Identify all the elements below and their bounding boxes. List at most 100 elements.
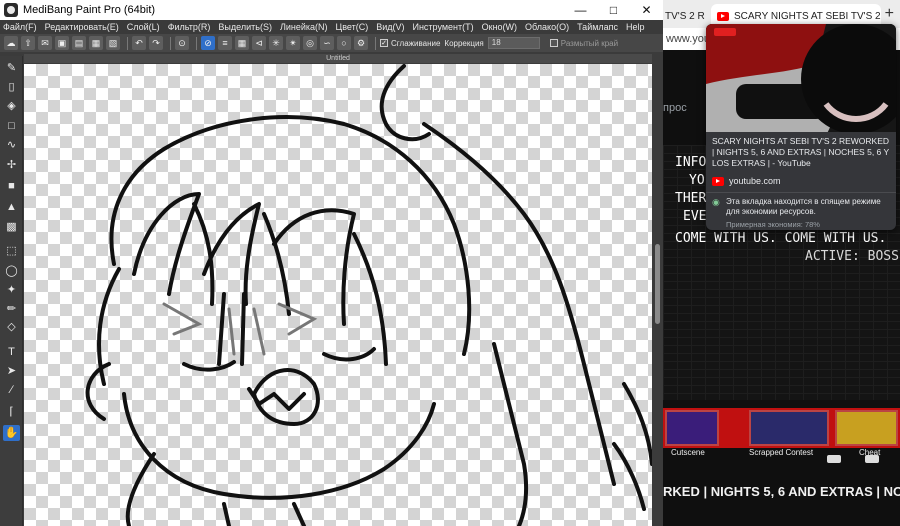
select-pen-tool-icon[interactable]: ✏ xyxy=(3,301,20,317)
menu-filter[interactable]: Фильтр(R) xyxy=(168,22,211,32)
tab-hover-card: SCARY NIGHTS AT SEBI TV'S 2 REWORKED | N… xyxy=(706,24,896,230)
eraser-tool-icon[interactable]: ▯ xyxy=(3,79,20,95)
window-controls: — □ ✕ xyxy=(564,0,663,20)
grid-icon[interactable]: ▧ xyxy=(106,36,120,50)
canvas-scrollbar[interactable] xyxy=(652,64,663,526)
close-button[interactable]: ✕ xyxy=(630,0,663,20)
menu-bar: Файл(F) Редактировать(E) Слой(L) Фильтр(… xyxy=(0,20,663,34)
upload-icon[interactable]: ⇧ xyxy=(21,36,35,50)
window-title: MediBang Paint Pro (64bit) xyxy=(23,4,156,16)
fullscreen-icon[interactable] xyxy=(865,455,879,463)
new-tab-button[interactable]: + xyxy=(885,5,894,23)
minimize-button[interactable]: — xyxy=(564,0,597,20)
rectangle-tool-icon[interactable]: □ xyxy=(3,118,20,134)
video-text-line: COME WITH US. COME WITH US. xyxy=(675,231,887,246)
chat-icon[interactable]: ▣ xyxy=(55,36,69,50)
gradient-tool-icon[interactable]: ▩ xyxy=(3,219,20,235)
settings-icon[interactable]: ⚙ xyxy=(354,36,368,50)
toolbar-divider xyxy=(170,36,171,50)
thumbnail-cutscene[interactable] xyxy=(665,410,719,446)
toolbar-divider xyxy=(196,36,197,50)
hover-card-domain: youtube.com xyxy=(729,176,781,186)
video-text-line: THER xyxy=(675,191,707,206)
search-fragment: прос xyxy=(663,102,687,114)
hand-tool-icon[interactable]: ✋ xyxy=(3,425,20,441)
blur-edge-label: Размытый край xyxy=(560,38,619,48)
blur-edge-checkbox[interactable] xyxy=(549,39,558,47)
menu-help[interactable]: Help xyxy=(626,22,645,32)
savings-text: Примерная экономия: 78% xyxy=(726,220,820,229)
video-text-line: INFO xyxy=(675,155,707,170)
fill-eraser-tool-icon[interactable]: ◈ xyxy=(3,98,20,114)
radial-center-snap-icon[interactable]: ✴ xyxy=(286,36,300,50)
menu-edit[interactable]: Редактировать(E) xyxy=(45,22,119,32)
menu-tool[interactable]: Инструмент(T) xyxy=(412,22,473,32)
tab-label: SCARY NIGHTS AT SEBI TV'S 2 RE xyxy=(734,10,881,22)
curve-tool-icon[interactable]: ∿ xyxy=(3,137,20,153)
tab-preview-thumbnail xyxy=(706,24,896,132)
smoothing-label: Сглаживание xyxy=(391,38,441,48)
menu-layer[interactable]: Слой(L) xyxy=(127,22,160,32)
parallel-snap-icon[interactable]: ≡ xyxy=(218,36,232,50)
bucket-tool-icon[interactable]: ▲ xyxy=(3,199,20,215)
memory-saver-icon: ◉ xyxy=(712,197,720,207)
concentric-snap-icon[interactable]: ◎ xyxy=(303,36,317,50)
video-text-line: YO xyxy=(689,173,705,188)
move-tool-icon[interactable]: ✢ xyxy=(3,157,20,173)
menu-cloud[interactable]: Облако(O) xyxy=(525,22,569,32)
menu-timelapse[interactable]: Таймлапс xyxy=(577,22,618,32)
text-tool-icon[interactable]: T xyxy=(3,344,20,360)
medibang-window: MediBang Paint Pro (64bit) — □ ✕ Файл(F)… xyxy=(0,0,663,526)
correction-select[interactable]: 18 xyxy=(487,37,540,49)
document-title: Untitled xyxy=(24,54,652,63)
menu-view[interactable]: Вид(V) xyxy=(376,22,404,32)
snap-icon[interactable]: ⊙ xyxy=(175,36,189,50)
cross-snap-icon[interactable]: ▦ xyxy=(235,36,249,50)
menu-window[interactable]: Окно(W) xyxy=(482,22,517,32)
redo-icon[interactable]: ↷ xyxy=(149,36,163,50)
lasso-tool-icon[interactable]: ◯ xyxy=(3,263,20,279)
pages-icon[interactable]: ▦ xyxy=(89,36,103,50)
youtube-icon xyxy=(712,176,724,186)
radial-snap-icon[interactable]: ✳ xyxy=(269,36,283,50)
tool-options-bar: ☁ ⇧ ✉ ▣ ▤ ▦ ▧ ↶ ↷ ⊙ ⊘ ≡ ▦ ⊲ ✳ ✴ ◎ ∽ ○ ⚙ … xyxy=(0,34,663,52)
scrollbar-thumb[interactable] xyxy=(655,244,660,324)
magic-wand-tool-icon[interactable]: ✦ xyxy=(3,282,20,298)
brush-tool-icon[interactable]: ✎ xyxy=(3,60,20,76)
vanishing-snap-icon[interactable]: ⊲ xyxy=(252,36,266,50)
select-eraser-tool-icon[interactable]: ◇ xyxy=(3,319,20,335)
divide-tool-icon[interactable]: ∕ xyxy=(3,382,20,398)
snap-off-icon[interactable]: ⊘ xyxy=(201,36,215,50)
operation-tool-icon[interactable]: ➤ xyxy=(3,363,20,379)
thumbnail-label: Scrapped Contest xyxy=(749,448,814,457)
smoothing-checkbox[interactable]: ✓ xyxy=(380,39,388,47)
circle-snap-icon[interactable]: ○ xyxy=(337,36,351,50)
shape-fill-tool-icon[interactable]: ■ xyxy=(3,178,20,194)
tab-inactive[interactable]: TV'S 2 R xyxy=(663,4,711,28)
video-text-line: ACTIVE: BOSS xyxy=(805,249,899,264)
thumbnail-label: Cutscene xyxy=(671,448,705,457)
undo-icon[interactable]: ↶ xyxy=(132,36,146,50)
page-icon[interactable]: ▤ xyxy=(72,36,86,50)
pause-icon[interactable] xyxy=(827,455,841,463)
sleep-notice-text: Эта вкладка находится в спящем режиме дл… xyxy=(726,197,881,216)
thumbnail-scrapped-contest[interactable] xyxy=(749,410,829,446)
select-tool-icon[interactable]: ⬚ xyxy=(3,243,20,259)
cloud-icon[interactable]: ☁ xyxy=(4,36,18,50)
video-title: RKED | NIGHTS 5, 6 AND EXTRAS | NOC xyxy=(663,484,900,499)
maximize-button[interactable]: □ xyxy=(597,0,630,20)
tools-panel: ✎ ▯ ◈ □ ∿ ✢ ■ ▲ ▩ ⬚ ◯ ✦ ✏ ◇ T ➤ ∕ ⌈ ✋ xyxy=(0,56,23,526)
video-text-line: EVE xyxy=(683,209,707,224)
menu-select[interactable]: Выделить(S) xyxy=(218,22,272,32)
correction-label: Коррекция xyxy=(444,38,484,48)
menu-file[interactable]: Файл(F) xyxy=(3,22,37,32)
eyedropper-tool-icon[interactable]: ⌈ xyxy=(3,404,20,420)
comment-icon[interactable]: ✉ xyxy=(38,36,52,50)
menu-color[interactable]: Цвет(C) xyxy=(336,22,369,32)
menu-ruler[interactable]: Линейка(N) xyxy=(280,22,328,32)
youtube-icon xyxy=(717,11,729,21)
video-thumbnail-strip xyxy=(663,408,900,448)
drawing-canvas[interactable] xyxy=(24,64,652,526)
curve-snap-icon[interactable]: ∽ xyxy=(320,36,334,50)
thumbnail-cheat[interactable] xyxy=(835,410,898,446)
